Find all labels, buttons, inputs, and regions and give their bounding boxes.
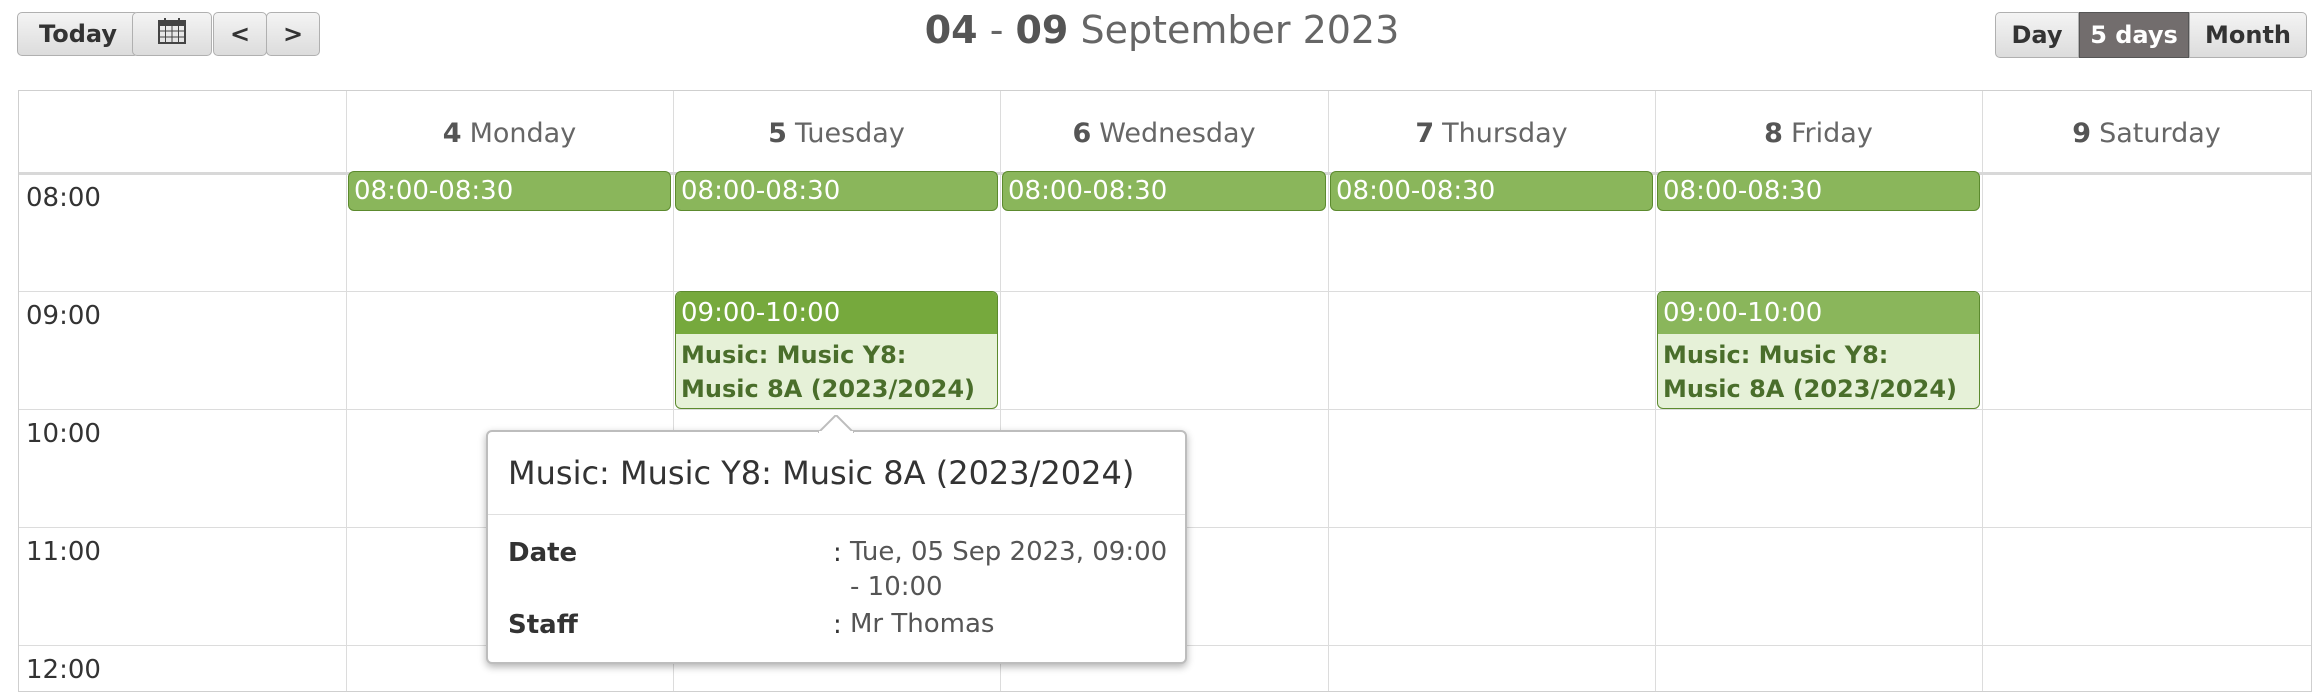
staff-colon: : [833, 610, 842, 640]
day-number: 6 [1072, 117, 1092, 149]
event-monday-0800[interactable]: 08:00-08:30 [348, 171, 671, 211]
time-label-0800: 08:00 [26, 183, 101, 213]
day-name: Tuesday [794, 117, 905, 149]
event-friday-0800[interactable]: 08:00-08:30 [1657, 171, 1980, 211]
range-start-day: 04 [924, 8, 978, 52]
day-header-wednesday[interactable]: 6 Wednesday [1000, 91, 1328, 175]
event-wednesday-0800[interactable]: 08:00-08:30 [1002, 171, 1326, 211]
day-number: 5 [768, 117, 787, 149]
event-title: Music: Music Y8: Music 8A (2023/2024) [1663, 341, 1957, 403]
staff-label: Staff [508, 610, 578, 640]
event-tuesday-0900[interactable]: 09:00-10:00 Music: Music Y8: Music 8A (2… [675, 291, 998, 409]
event-time: 09:00-10:00 [676, 292, 997, 334]
popup-arrow [818, 415, 854, 433]
event-friday-0900[interactable]: 09:00-10:00 Music: Music Y8: Music 8A (2… [1657, 291, 1980, 409]
range-month-year: September 2023 [1068, 8, 1400, 52]
date-value: Tue, 05 Sep 2023, 09:00 - 10:00 [850, 537, 1168, 602]
day-name: Monday [469, 117, 577, 149]
column-divider [1982, 91, 1983, 691]
day-header-friday[interactable]: 8 Friday [1655, 91, 1982, 175]
event-title: Music: Music Y8: Music 8A (2023/2024) [681, 341, 975, 403]
event-thursday-0800[interactable]: 08:00-08:30 [1330, 171, 1653, 211]
day-number: 9 [2072, 117, 2092, 149]
day-name: Thursday [1442, 117, 1568, 149]
day-header-tuesday[interactable]: 5 Tuesday [673, 91, 1000, 175]
date-range-title: 04 - 09 September 2023 [0, 8, 2324, 52]
event-time: 09:00-10:00 [1658, 292, 1979, 334]
date-colon: : [833, 538, 842, 568]
day-view-button[interactable]: Day [1995, 12, 2079, 58]
day-number: 8 [1764, 117, 1783, 149]
day-header-monday[interactable]: 4 Monday [346, 91, 673, 175]
day-name: Saturday [2099, 117, 2221, 149]
day-number: 4 [442, 117, 462, 149]
month-view-button[interactable]: Month [2189, 12, 2307, 58]
date-label: Date [508, 538, 578, 568]
column-divider [1655, 91, 1656, 691]
range-end-day: 09 [1015, 8, 1069, 52]
staff-value: Mr Thomas [850, 609, 995, 639]
day-header-saturday[interactable]: 9 Saturday [1982, 91, 2311, 175]
event-details-popup: Music: Music Y8: Music 8A (2023/2024) Da… [486, 415, 1187, 664]
row-divider [19, 409, 2311, 410]
day-header-thursday[interactable]: 7 Thursday [1328, 91, 1655, 175]
range-separator: - [977, 8, 1016, 52]
event-tuesday-0800[interactable]: 08:00-08:30 [675, 171, 998, 211]
column-divider [346, 91, 347, 691]
day-name: Friday [1790, 117, 1873, 149]
day-number: 7 [1415, 117, 1435, 149]
time-label-0900: 09:00 [26, 301, 101, 331]
day-name: Wednesday [1099, 117, 1256, 149]
time-label-1100: 11:00 [26, 537, 101, 567]
column-divider [1328, 91, 1329, 691]
time-label-1200: 12:00 [26, 655, 101, 685]
popup-title: Music: Music Y8: Music 8A (2023/2024) [488, 432, 1185, 515]
five-days-view-button[interactable]: 5 days [2079, 12, 2189, 58]
time-label-1000: 10:00 [26, 419, 101, 449]
view-switcher: Day 5 days Month [1995, 12, 2307, 58]
